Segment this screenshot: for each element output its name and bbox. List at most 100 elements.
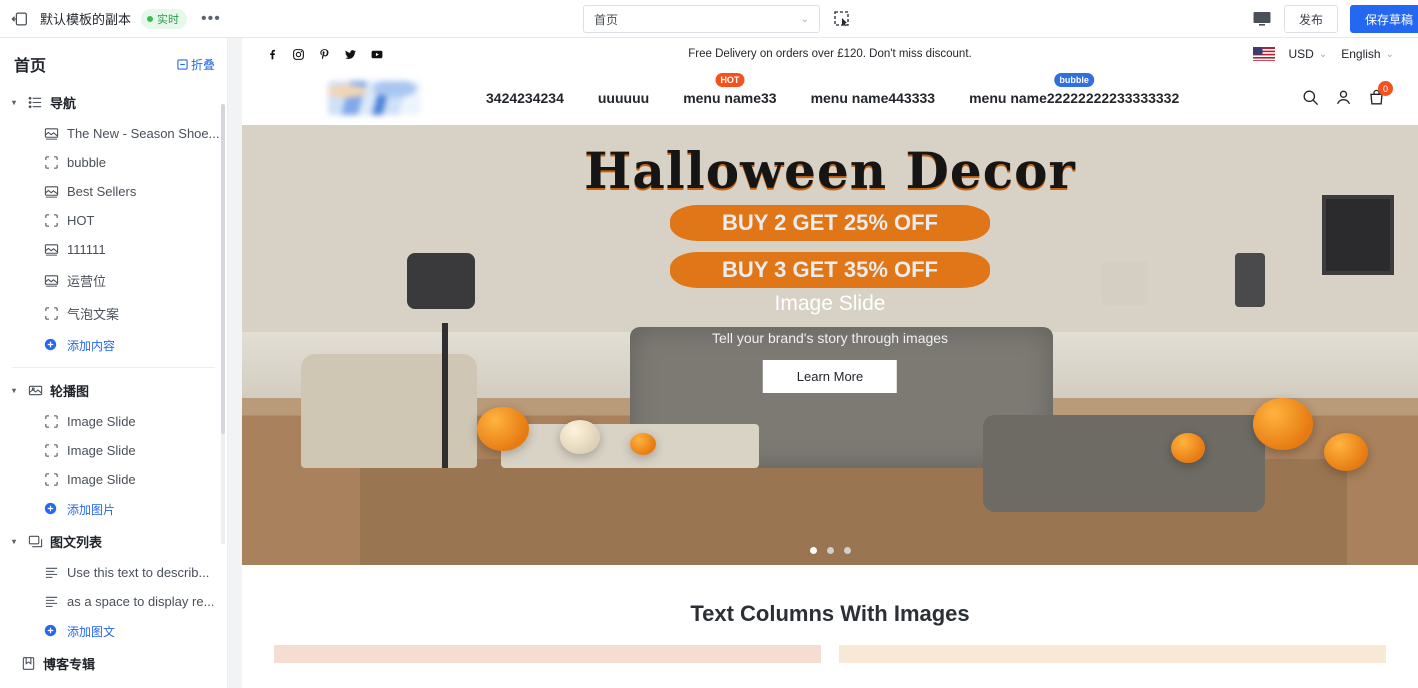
currency-value: USD — [1288, 47, 1314, 61]
sidebar-item-label: Image Slide — [67, 414, 136, 429]
sidebar-add-label: 添加图片 — [67, 503, 116, 517]
sidebar-tree: ▾ 导航 The New - Season Shoe... bubble Best Se… — [0, 86, 227, 686]
main-nav: 3424234234 uuuuuu HOT menu name33 menu name4… — [486, 72, 1180, 106]
nav-item-4[interactable]: bubble menu name22222222233333332 — [969, 72, 1180, 106]
language-value: English — [1341, 47, 1381, 61]
sidebar-group-2[interactable]: ▾ 图文列表 — [0, 525, 227, 558]
text-column-0[interactable] — [274, 645, 821, 663]
sidebar-item-1-0[interactable]: Image Slide — [0, 407, 227, 436]
nav-item-0[interactable]: 3424234234 — [486, 90, 564, 106]
sidebar-group-0[interactable]: ▾ 导航 — [0, 86, 227, 119]
status-dot-icon — [147, 15, 154, 22]
youtube-icon[interactable] — [370, 48, 383, 61]
sidebar-item-label: 运营位 — [67, 274, 107, 289]
sidebar-item-0-5[interactable]: 运营位 — [0, 264, 227, 297]
publish-button[interactable]: 发布 — [1283, 5, 1338, 33]
announcement-bar: Free Delivery on orders over £120. Don't… — [242, 38, 1418, 70]
frame-icon — [44, 155, 59, 170]
sidebar-item-2-1[interactable]: as a space to display re... — [0, 587, 227, 616]
nav-item-label: uuuuuu — [597, 89, 650, 106]
sidebar-add-button-0[interactable]: 添加内容 — [0, 330, 227, 361]
site-header: 3424234234 uuuuuu HOT menu name33 menu name4… — [242, 70, 1418, 125]
announcement-text: Free Delivery on orders over £120. Don't… — [688, 48, 972, 60]
more-options-button[interactable]: ••• — [197, 10, 225, 26]
carousel-dot-1[interactable] — [826, 547, 834, 554]
facebook-icon[interactable] — [266, 48, 279, 61]
select-area-icon[interactable] — [832, 9, 852, 29]
chevron-down-icon: ⌄ — [1385, 48, 1394, 60]
sidebar-add-button-1[interactable]: 添加图片 — [0, 494, 227, 525]
sidebar-item-0-0[interactable]: The New - Season Shoe... — [0, 119, 227, 148]
sidebar-section-1[interactable]: 商品切换 — [0, 680, 227, 686]
frame-icon — [44, 213, 59, 228]
hero-slide-subtitle: Tell your brand's story through images — [711, 330, 949, 346]
nav-item-label: menu name443333 — [810, 89, 936, 106]
sidebar-item-1-1[interactable]: Image Slide — [0, 436, 227, 465]
sidebar-add-button-2[interactable]: 添加图文 — [0, 616, 227, 647]
sidebar-add-label: 添加图文 — [67, 625, 116, 639]
page-select-value: 首页 — [594, 12, 619, 27]
sidebar-divider — [12, 367, 215, 368]
sidebar-item-0-3[interactable]: HOT — [0, 206, 227, 235]
nav-item-3[interactable]: menu name443333 — [811, 90, 936, 106]
storefront-preview: Free Delivery on orders over £120. Don't… — [242, 38, 1418, 688]
status-badge-label: 实时 — [157, 13, 180, 26]
search-icon[interactable] — [1301, 88, 1320, 107]
store-logo[interactable] — [328, 80, 421, 115]
monitor-icon[interactable] — [1252, 10, 1272, 28]
chevron-down-icon: ⌄ — [800, 13, 809, 25]
currency-select[interactable]: USD ⌄ — [1289, 47, 1328, 61]
sidebar-item-label: 111111 — [67, 242, 106, 257]
us-flag-icon — [1252, 47, 1275, 61]
carousel-dot-2[interactable] — [843, 547, 851, 554]
sidebar-item-label: as a space to display re... — [67, 594, 215, 609]
caret-down-icon[interactable]: ▾ — [12, 537, 21, 546]
sidebar-group-1[interactable]: ▾ 轮播图 — [0, 374, 227, 407]
twitter-icon[interactable] — [344, 48, 357, 61]
language-select[interactable]: English ⌄ — [1341, 47, 1394, 61]
plus-circle-icon — [44, 624, 59, 639]
hero-slide[interactable]: Halloween Decor BUY 2 GET 25% OFF BUY 3 … — [242, 125, 1418, 565]
text-column-1[interactable] — [839, 645, 1386, 663]
exit-icon[interactable] — [10, 9, 30, 29]
caret-down-icon[interactable]: ▾ — [12, 386, 21, 395]
frame-icon — [44, 414, 59, 429]
sidebar-item-label: Image Slide — [67, 472, 136, 487]
collapse-all-label: 折叠 — [190, 57, 215, 72]
sidebar-item-1-2[interactable]: Image Slide — [0, 465, 227, 494]
sidebar-item-2-0[interactable]: Use this text to describ... — [0, 558, 227, 587]
hero-promo-1: BUY 2 GET 25% OFF — [670, 205, 990, 241]
sidebar-item-0-2[interactable]: Best Sellers — [0, 177, 227, 206]
sidebar-item-0-6[interactable]: 气泡文案 — [0, 297, 227, 330]
sidebar-section-label: 博客专辑 — [43, 657, 96, 672]
instagram-icon[interactable] — [292, 48, 305, 61]
social-links — [266, 48, 383, 61]
sidebar-group-label: 轮播图 — [50, 384, 90, 399]
caret-down-icon[interactable]: ▾ — [12, 98, 21, 107]
image-icon — [44, 242, 59, 257]
sidebar-item-0-4[interactable]: 111111 — [0, 235, 227, 264]
nav-item-1[interactable]: uuuuuu — [598, 90, 649, 106]
nav-badge: HOT — [715, 72, 745, 87]
sidebar-item-label: 气泡文案 — [67, 307, 120, 322]
account-icon[interactable] — [1334, 88, 1353, 107]
save-draft-button[interactable]: 保存草稿 — [1349, 5, 1418, 33]
nav-badge: bubble — [1054, 72, 1094, 87]
sidebar-item-0-1[interactable]: bubble — [0, 148, 227, 177]
cart-count-badge: 0 — [1378, 81, 1393, 96]
list-icon — [28, 95, 43, 110]
page-select[interactable]: 首页 ⌄ — [583, 5, 820, 33]
sidebar: 首页 折叠 ▾ 导航 The New - Season Shoe... bubble B… — [0, 38, 228, 688]
sidebar-scrollbar-thumb[interactable] — [221, 104, 225, 434]
carousel-icon — [28, 383, 43, 398]
sidebar-add-label: 添加内容 — [67, 339, 116, 353]
sidebar-item-label: Best Sellers — [67, 184, 137, 199]
sidebar-section-0[interactable]: 博客专辑 — [0, 647, 227, 680]
collapse-all-button[interactable]: 折叠 — [177, 56, 215, 73]
pinterest-icon[interactable] — [318, 48, 331, 61]
hero-cta-button[interactable]: Learn More — [762, 360, 898, 393]
cart-icon[interactable]: 0 — [1367, 81, 1393, 107]
carousel-dot-0[interactable] — [809, 547, 817, 554]
nav-item-2[interactable]: HOT menu name33 — [683, 72, 777, 106]
nav-item-label: menu name22222222233333332 — [969, 89, 1180, 106]
